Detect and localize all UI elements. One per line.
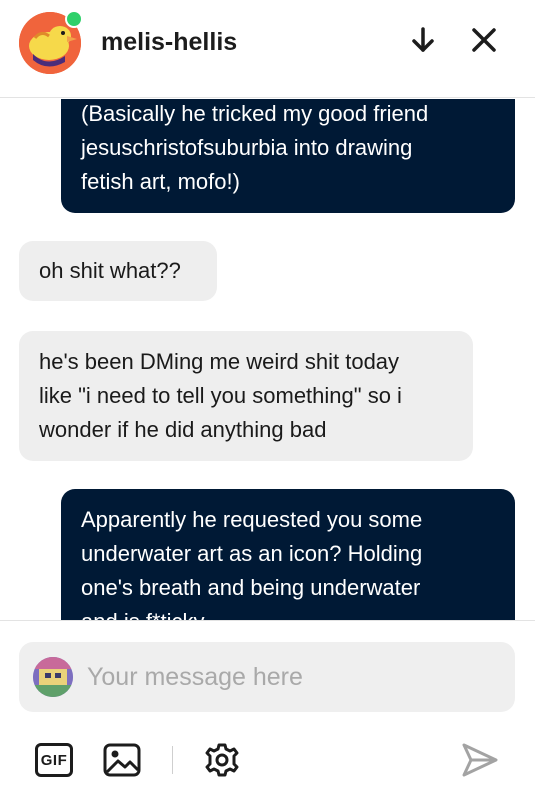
conversation-username[interactable]: melis-hellis — [101, 28, 237, 57]
online-status-indicator — [65, 10, 83, 28]
message-line: he's been DMing me weird shit today — [39, 349, 400, 374]
my-avatar-illustration — [33, 657, 73, 697]
message-bubble-received[interactable]: oh shit what?? — [19, 241, 217, 301]
message-bubble-sent[interactable]: Apparently he requested you some underwa… — [61, 489, 515, 620]
message-line: one's breath and being underwater — [81, 575, 421, 600]
message-line: and is f*ticky — [81, 605, 495, 620]
message-line: fetish art, mofo!) — [81, 169, 240, 194]
gif-icon: GIF — [35, 743, 73, 777]
add-image-button[interactable] — [102, 740, 142, 780]
message-line: oh shit what?? — [39, 258, 181, 283]
close-chat-button[interactable] — [466, 22, 502, 58]
message-line: Apparently he requested you some — [81, 507, 423, 532]
toolbar-divider — [172, 746, 173, 774]
image-icon — [103, 743, 141, 777]
message-line: like "i need to tell you something" so i — [39, 383, 402, 408]
chat-header: melis-hellis — [0, 0, 535, 98]
message-thread[interactable]: (Basically he tricked my good friend jes… — [0, 99, 535, 620]
gif-button[interactable]: GIF — [34, 740, 74, 780]
message-line: (Basically he tricked my good friend — [81, 101, 429, 126]
message-input[interactable] — [87, 659, 497, 695]
close-icon — [472, 28, 496, 52]
gear-icon — [205, 743, 239, 777]
jump-to-latest-button[interactable] — [405, 22, 441, 58]
my-avatar — [33, 657, 73, 697]
message-line: wonder if he did anything bad — [39, 417, 327, 442]
message-bubble-received[interactable]: he's been DMing me weird shit today like… — [19, 331, 473, 461]
send-icon — [462, 743, 498, 777]
composer-divider — [0, 620, 535, 621]
chat-settings-button[interactable] — [202, 740, 242, 780]
message-line: jesuschristofsuburbia into drawing — [81, 135, 413, 160]
message-line: underwater art as an icon? Holding — [81, 541, 423, 566]
message-composer — [19, 642, 515, 712]
arrow-down-icon — [412, 27, 434, 52]
send-button[interactable] — [460, 740, 500, 780]
message-bubble-sent[interactable]: (Basically he tricked my good friend jes… — [61, 99, 515, 213]
